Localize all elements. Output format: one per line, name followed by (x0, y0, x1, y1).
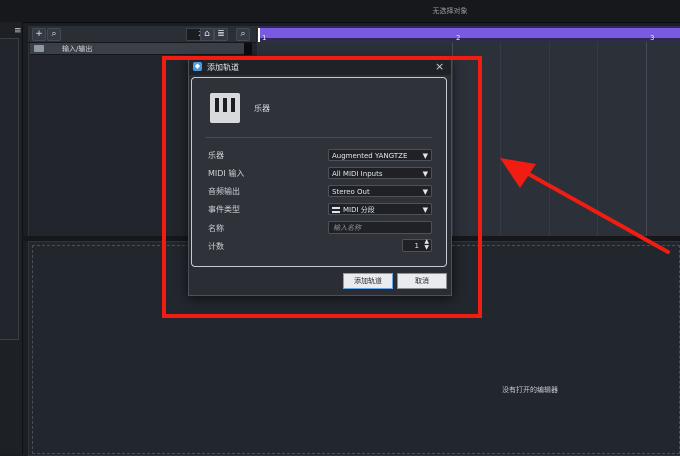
plus-icon[interactable]: + (32, 28, 46, 41)
track-row-end-cap (244, 43, 252, 55)
ruler-mark-2: 2 (456, 34, 461, 42)
magnifier-icon[interactable]: ⌕ (236, 28, 250, 41)
ruler-mark-3: 3 (650, 34, 655, 42)
no-editor-text: 没有打开的编辑器 (502, 386, 558, 394)
home-icon[interactable]: ⌂ (200, 28, 214, 41)
hamburger-icon[interactable]: ≡ (14, 26, 22, 36)
beat-line (549, 42, 550, 237)
beat-line (597, 42, 598, 237)
folder-icon (34, 45, 44, 52)
beat-line (500, 42, 501, 237)
bar-line (646, 42, 647, 237)
highlight-box (162, 56, 482, 318)
track-toolbar: + ⌕ 2 / 2 ⌂ ≣ ⌕ (28, 26, 256, 43)
track-label: 输入/输出 (62, 45, 93, 53)
list-icon[interactable]: ≣ (214, 28, 228, 41)
ruler-mark-1: 1 (262, 34, 267, 42)
loop-range-bar[interactable] (258, 28, 680, 38)
search-icon[interactable]: ⌕ (47, 28, 61, 41)
selection-status: 无选择对象 (432, 7, 468, 15)
left-inspector-panel (0, 38, 19, 340)
track-row-io[interactable]: 输入/输出 (30, 43, 248, 55)
